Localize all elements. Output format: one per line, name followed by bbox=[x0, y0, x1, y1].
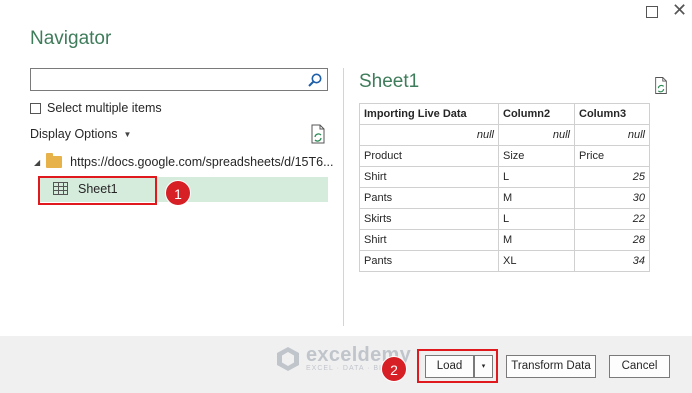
select-multiple-row[interactable]: Select multiple items bbox=[30, 101, 162, 115]
search-icon[interactable] bbox=[307, 72, 323, 88]
step-badge-2: 2 bbox=[381, 356, 407, 382]
transform-data-button[interactable]: Transform Data bbox=[506, 355, 596, 378]
folder-icon bbox=[46, 153, 63, 168]
display-options-label: Display Options bbox=[30, 127, 118, 141]
table-row: Pants M 30 bbox=[359, 187, 650, 209]
chevron-down-icon: ▼ bbox=[123, 130, 132, 140]
preview-table: Importing Live Data Column2 Column3 null… bbox=[359, 103, 650, 272]
column-header[interactable]: Column3 bbox=[574, 103, 650, 125]
cancel-button[interactable]: Cancel bbox=[609, 355, 670, 378]
table-cell: 25 bbox=[574, 166, 650, 188]
close-icon[interactable]: ✕ bbox=[672, 0, 687, 22]
column-header[interactable]: Importing Live Data bbox=[359, 103, 499, 125]
table-cell: Skirts bbox=[359, 208, 499, 230]
source-url: https://docs.google.com/spreadsheets/d/1… bbox=[70, 155, 334, 169]
table-row: Shirt L 25 bbox=[359, 166, 650, 188]
preview-title: Sheet1 bbox=[359, 71, 420, 92]
table-cell: null bbox=[574, 124, 650, 146]
table-row: Skirts L 22 bbox=[359, 208, 650, 230]
exceldemy-logo-icon bbox=[277, 346, 299, 371]
table-cell: Pants bbox=[359, 187, 499, 209]
table-row: Shirt M 28 bbox=[359, 229, 650, 251]
table-header-row: Importing Live Data Column2 Column3 bbox=[359, 103, 650, 125]
column-header[interactable]: Column2 bbox=[498, 103, 575, 125]
maximize-button[interactable] bbox=[646, 6, 658, 18]
expand-triangle-icon[interactable]: ◢ bbox=[34, 158, 40, 167]
table-cell: Shirt bbox=[359, 166, 499, 188]
display-options-dropdown[interactable]: Display Options ▼ bbox=[30, 127, 131, 141]
search-input[interactable] bbox=[30, 68, 328, 91]
dialog-title: Navigator bbox=[30, 28, 112, 49]
table-cell: M bbox=[498, 187, 575, 209]
pane-divider[interactable] bbox=[343, 68, 344, 326]
refresh-icon[interactable] bbox=[309, 124, 327, 144]
tree-source-item[interactable]: ◢ https://docs.google.com/spreadsheets/d… bbox=[34, 153, 334, 169]
table-cell: 22 bbox=[574, 208, 650, 230]
select-multiple-checkbox[interactable] bbox=[30, 102, 41, 114]
table-row: Product Size Price bbox=[359, 145, 650, 167]
table-cell: Pants bbox=[359, 250, 499, 272]
preview-refresh-icon[interactable] bbox=[653, 76, 669, 95]
table-cell: 34 bbox=[574, 250, 650, 272]
table-cell: L bbox=[498, 166, 575, 188]
table-row: Pants XL 34 bbox=[359, 250, 650, 272]
table-cell: M bbox=[498, 229, 575, 251]
table-cell: L bbox=[498, 208, 575, 230]
table-cell: null bbox=[498, 124, 575, 146]
table-cell: Size bbox=[498, 145, 575, 167]
table-cell: Price bbox=[574, 145, 650, 167]
table-cell: XL bbox=[498, 250, 575, 272]
step-badge-1: 1 bbox=[165, 180, 191, 206]
table-cell: null bbox=[359, 124, 499, 146]
table-cell: 28 bbox=[574, 229, 650, 251]
table-row: null null null bbox=[359, 124, 650, 146]
table-cell: 30 bbox=[574, 187, 650, 209]
annotation-highlight-load bbox=[417, 349, 498, 383]
table-cell: Shirt bbox=[359, 229, 499, 251]
select-multiple-label: Select multiple items bbox=[47, 101, 162, 115]
annotation-highlight-sheet bbox=[38, 176, 157, 205]
table-cell: Product bbox=[359, 145, 499, 167]
